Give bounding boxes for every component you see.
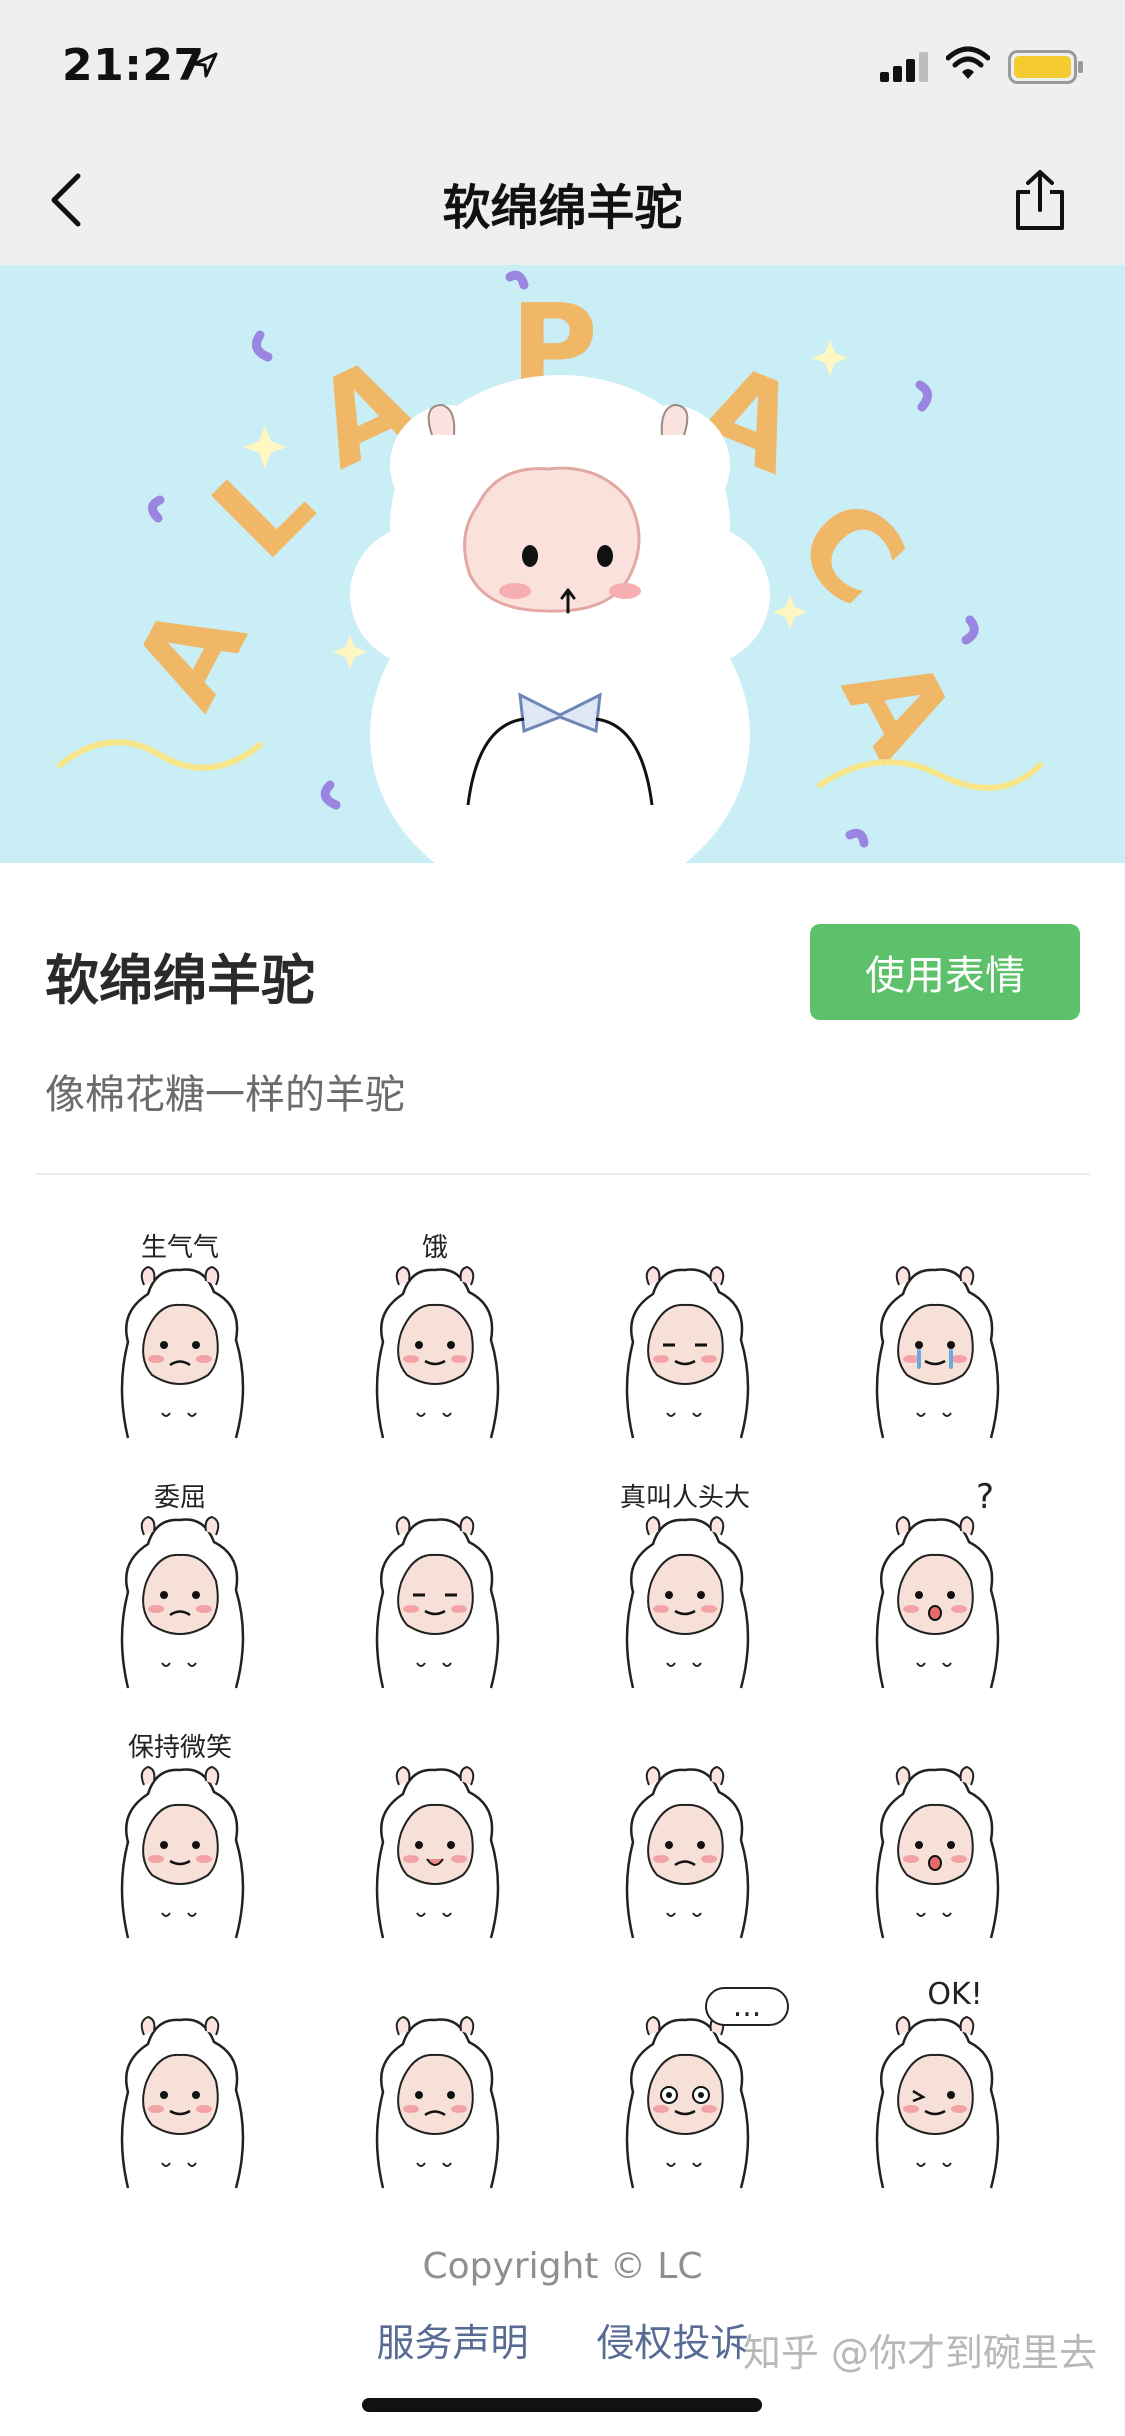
top-bar: 21:27 软绵绵羊驼 bbox=[0, 0, 1125, 265]
sticker-item[interactable] bbox=[585, 1233, 785, 1443]
sticker-pack-description: 像棉花糖一样的羊驼 bbox=[45, 1072, 405, 1118]
alpaca-sticker-image bbox=[875, 1765, 1000, 1939]
sticker-item[interactable] bbox=[335, 1733, 535, 1943]
sticker-pack-name: 软绵绵羊驼 bbox=[45, 949, 315, 1012]
sticker-caption: ... bbox=[705, 1987, 789, 2026]
sticker-item[interactable] bbox=[835, 1733, 1035, 1943]
location-arrow-icon bbox=[192, 52, 218, 78]
cellular-signal-icon bbox=[880, 52, 928, 82]
sticker-item[interactable] bbox=[335, 1483, 535, 1693]
wifi-icon bbox=[946, 46, 990, 79]
alpaca-sticker-image bbox=[120, 1265, 245, 1439]
use-sticker-button[interactable]: 使用表情 bbox=[810, 924, 1080, 1020]
sticker-caption: 委屈 bbox=[153, 1483, 206, 1513]
alpaca-sticker-image bbox=[375, 1515, 500, 1689]
sticker-item[interactable] bbox=[80, 1983, 280, 2193]
alpaca-sticker-image bbox=[875, 2015, 1000, 2189]
sticker-item[interactable] bbox=[585, 1733, 785, 1943]
sticker-item[interactable]: 真叫人头大 bbox=[585, 1483, 785, 1693]
sticker-item[interactable]: OK! bbox=[835, 1977, 1035, 2193]
sticker-item[interactable]: 饿 bbox=[335, 1233, 535, 1443]
copyright-text: Copyright © LC bbox=[422, 2246, 703, 2287]
alpaca-sticker-image bbox=[120, 2015, 245, 2189]
sticker-item[interactable]: 委屈 bbox=[80, 1483, 280, 1693]
sticker-caption: ? bbox=[975, 1477, 995, 1517]
banner-illustration: A L A P A C A bbox=[0, 265, 1125, 863]
share-icon[interactable] bbox=[1012, 168, 1068, 232]
alpaca-sticker-image bbox=[625, 1265, 750, 1439]
sticker-caption: 饿 bbox=[421, 1233, 448, 1263]
status-time: 21:27 bbox=[62, 40, 205, 91]
sticker-item[interactable]: ... bbox=[585, 1983, 789, 2193]
sticker-item[interactable] bbox=[835, 1233, 1035, 1443]
infringement-report-link[interactable]: 侵权投诉 bbox=[597, 2321, 749, 2365]
sticker-item[interactable]: 保持微笑 bbox=[80, 1733, 280, 1943]
sticker-caption: 保持微笑 bbox=[127, 1733, 232, 1763]
alpaca-sticker-image bbox=[875, 1265, 1000, 1439]
sticker-item[interactable]: 生气气 bbox=[80, 1233, 280, 1443]
alpaca-sticker-image bbox=[625, 1515, 750, 1689]
alpaca-sticker-image bbox=[120, 1515, 245, 1689]
nav-title: 软绵绵羊驼 bbox=[442, 180, 683, 236]
divider bbox=[35, 1173, 1090, 1175]
sticker-caption: 生气气 bbox=[140, 1233, 219, 1263]
alpaca-sticker-image bbox=[375, 2015, 500, 2189]
alpaca-sticker-image bbox=[625, 1765, 750, 1939]
alpaca-sticker-image bbox=[375, 1265, 500, 1439]
sticker-grid: 生气气 饿委屈 真叫人头大? 保持微笑... OK! bbox=[45, 1218, 1080, 2218]
sticker-item[interactable]: ? bbox=[835, 1477, 1035, 1693]
home-indicator[interactable] bbox=[362, 2398, 762, 2412]
sticker-caption: 真叫人头大 bbox=[619, 1483, 750, 1513]
sticker-item[interactable] bbox=[335, 1983, 535, 2193]
sticker-caption: OK! bbox=[927, 1977, 983, 2012]
service-statement-link[interactable]: 服务声明 bbox=[376, 2321, 528, 2365]
alpaca-sticker-image bbox=[375, 1765, 500, 1939]
alpaca-sticker-image bbox=[120, 1765, 245, 1939]
watermark: 知乎 @你才到碗里去 bbox=[742, 2331, 1097, 2375]
battery-icon bbox=[1008, 50, 1083, 84]
